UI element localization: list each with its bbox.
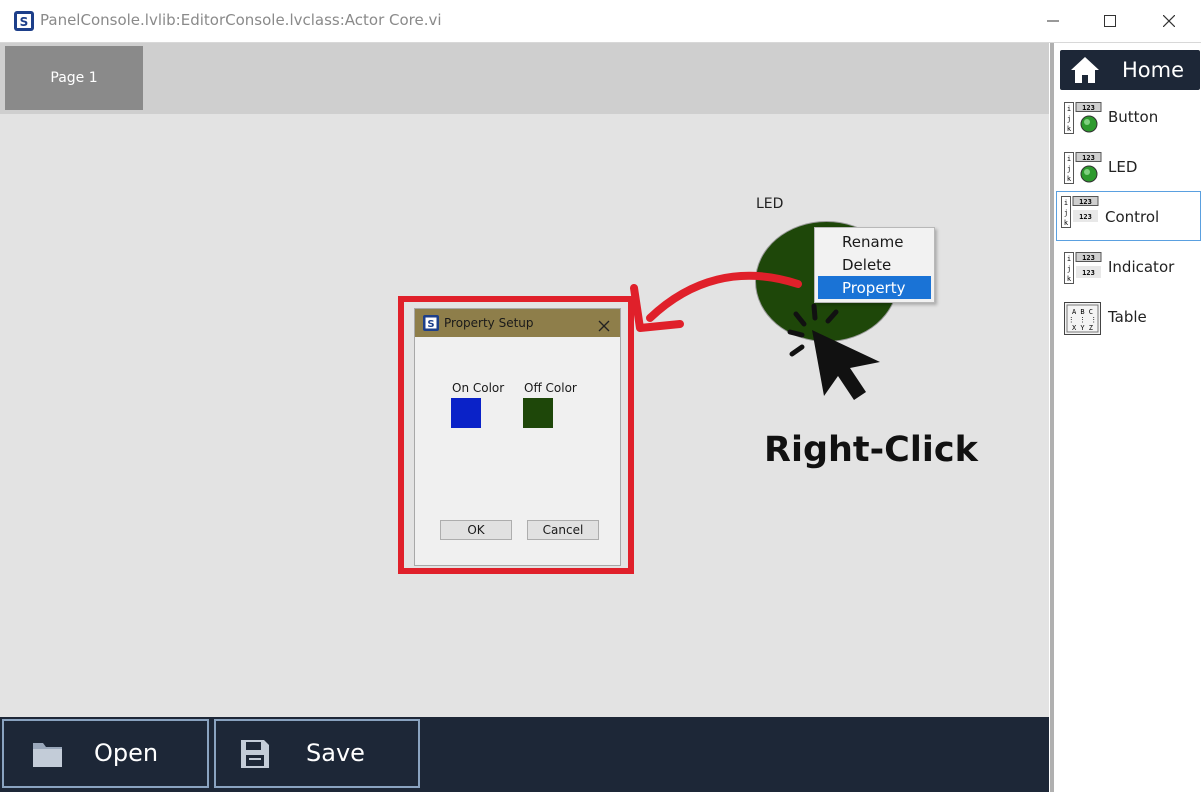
context-menu-property[interactable]: Property (818, 276, 931, 299)
maximize-button[interactable] (1087, 0, 1133, 42)
dialog-titlebar: S Property Setup (415, 309, 620, 337)
right-click-caption: Right-Click (764, 430, 978, 470)
svg-text:j: j (1067, 115, 1071, 123)
led-label: LED (756, 196, 784, 212)
window-titlebar: S PanelConsole.lvlib:EditorConsole.lvcla… (0, 0, 1201, 43)
page-tab-bar: Page 1 (0, 43, 1049, 114)
svg-text:S: S (20, 15, 29, 29)
svg-text:j: j (1067, 165, 1071, 173)
context-menu-delete[interactable]: Delete (818, 253, 931, 276)
led-control-icon: i j k 123 (1064, 152, 1102, 184)
table-icon: A B C ⋮ ⋮ ⋮ X Y Z (1064, 302, 1101, 335)
home-label: Home (1122, 58, 1185, 82)
palette-item-label: Table (1108, 308, 1147, 326)
bottom-toolbar: Open Save (0, 717, 1049, 792)
palette-item-label: Control (1105, 208, 1160, 226)
numeric-control-icon: i j k 123 123 (1061, 196, 1099, 228)
svg-text:123: 123 (1082, 269, 1095, 277)
off-color-label: Off Color (524, 381, 577, 395)
palette-item-button[interactable]: i j k 123 Button (1058, 94, 1199, 140)
window-title: PanelConsole.lvlib:EditorConsole.lvclass… (40, 11, 442, 29)
palette-item-control[interactable]: i j k 123 123 Control (1056, 191, 1201, 241)
numeric-indicator-icon: i j k 123 123 (1064, 252, 1102, 284)
hand-click-cursor-icon (787, 303, 880, 400)
palette-item-label: Button (1108, 108, 1159, 126)
svg-text:j: j (1067, 265, 1071, 273)
svg-text:i: i (1067, 105, 1071, 113)
svg-text:i: i (1067, 255, 1071, 263)
tab-page-1[interactable]: Page 1 (5, 46, 143, 110)
minimize-button[interactable] (1030, 0, 1076, 42)
save-label: Save (306, 739, 365, 767)
floppy-disk-icon (241, 740, 269, 768)
svg-text:123: 123 (1082, 104, 1095, 112)
dialog-close-button[interactable] (598, 317, 610, 332)
svg-text:123: 123 (1082, 254, 1095, 262)
palette-item-indicator[interactable]: i j k 123 123 Indicator (1058, 244, 1199, 290)
menu-item-label: Delete (842, 256, 892, 274)
open-button[interactable]: Open (2, 719, 209, 788)
palette-item-label: Indicator (1108, 258, 1175, 276)
svg-text:123: 123 (1079, 213, 1092, 221)
svg-text:S: S (427, 319, 434, 330)
svg-text:j: j (1064, 209, 1068, 217)
dialog-app-icon: S (423, 315, 439, 331)
close-icon (598, 320, 610, 332)
open-label: Open (94, 739, 159, 767)
home-button[interactable]: Home (1060, 50, 1200, 90)
control-palette-sidebar: Home i j k 123 Button i j k 123 LED i j … (1050, 43, 1201, 792)
on-color-swatch[interactable] (451, 398, 481, 428)
svg-text:123: 123 (1079, 198, 1092, 206)
close-icon (1163, 15, 1175, 27)
button-control-icon: i j k 123 (1064, 102, 1102, 134)
palette-item-label: LED (1108, 158, 1138, 176)
svg-text:A B C: A B C (1072, 308, 1093, 316)
maximize-icon (1104, 15, 1116, 27)
minimize-icon (1047, 20, 1059, 22)
svg-text:X Y Z: X Y Z (1072, 324, 1093, 332)
home-icon (1071, 57, 1099, 83)
palette-item-led[interactable]: i j k 123 LED (1058, 144, 1199, 190)
off-color-swatch[interactable] (523, 398, 553, 428)
app-icon: S (14, 11, 34, 31)
save-button[interactable]: Save (214, 719, 420, 788)
menu-item-label: Rename (842, 233, 904, 251)
svg-text:123: 123 (1082, 154, 1095, 162)
property-setup-dialog: S Property Setup On Color Off Color OK C… (414, 308, 621, 566)
on-color-label: On Color (452, 381, 505, 395)
svg-text:i: i (1067, 155, 1071, 163)
ok-button[interactable]: OK (440, 520, 512, 540)
close-button[interactable] (1146, 0, 1192, 42)
folder-icon (33, 743, 62, 767)
menu-item-label: Property (842, 279, 906, 297)
cancel-button[interactable]: Cancel (527, 520, 599, 540)
palette-item-table[interactable]: A B C ⋮ ⋮ ⋮ X Y Z Table (1058, 294, 1199, 340)
svg-text:⋮ ⋮ ⋮: ⋮ ⋮ ⋮ (1068, 316, 1097, 324)
context-menu: Rename Delete Property (814, 227, 935, 303)
dialog-title: Property Setup (444, 316, 534, 330)
context-menu-rename[interactable]: Rename (818, 230, 931, 253)
svg-text:i: i (1064, 199, 1068, 207)
